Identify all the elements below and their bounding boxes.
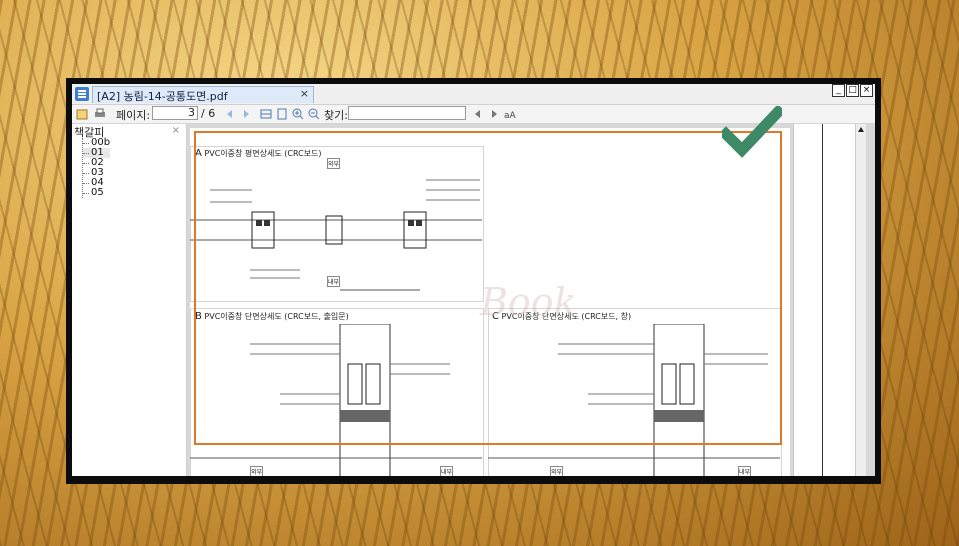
margin-line [822, 124, 823, 476]
title-bar: [A2] 농림-14-공통도면.pdf × _ □ × [72, 84, 875, 105]
zoom-out-icon[interactable] [308, 108, 320, 120]
find-prev-icon[interactable] [472, 108, 484, 120]
svg-text:aA: aA [504, 111, 516, 120]
page-margin-panel [793, 124, 866, 476]
tag-label: 외부 [550, 466, 564, 476]
highlight-rectangle [194, 131, 782, 445]
scroll-up-icon[interactable] [857, 126, 865, 134]
print-icon[interactable] [94, 108, 106, 120]
tag-label: 내부 [440, 466, 454, 476]
prev-page-icon[interactable] [224, 108, 236, 120]
fit-width-icon[interactable] [260, 108, 272, 120]
find-input[interactable] [348, 106, 466, 120]
fit-page-icon[interactable] [276, 108, 288, 120]
tab-title: [A2] 농림-14-공통도면.pdf [97, 90, 228, 103]
tab-close-icon[interactable]: × [300, 87, 309, 100]
document-tab[interactable]: [A2] 농림-14-공통도면.pdf × [92, 86, 314, 103]
bookmark-tree: 00b 01 02 03 04 05 [82, 138, 111, 198]
bookmarks-panel: 책갈피 × 00b 01 02 03 04 05 [72, 124, 187, 476]
window-controls: _ □ × [832, 84, 873, 97]
open-file-icon[interactable] [76, 108, 88, 120]
tag-label: 외부 [250, 466, 264, 476]
page-number-input[interactable]: 3 [152, 106, 198, 120]
minimize-button[interactable]: _ [832, 84, 845, 97]
menu-icon[interactable] [75, 87, 89, 101]
checkmark-icon [722, 106, 782, 158]
maximize-button[interactable]: □ [846, 84, 859, 97]
bookmarks-close-icon[interactable]: × [172, 125, 180, 136]
tag-label: 내부 [738, 466, 752, 476]
page-label: 페이지: [116, 109, 151, 122]
next-page-icon[interactable] [240, 108, 252, 120]
vertical-scrollbar[interactable] [855, 124, 866, 476]
find-label: 찾기: [324, 109, 348, 122]
zoom-in-icon[interactable] [292, 108, 304, 120]
bookmark-item[interactable]: 05 [83, 188, 110, 198]
page-total: / 6 [201, 107, 216, 120]
find-next-icon[interactable] [488, 108, 500, 120]
match-case-icon[interactable]: aA [504, 108, 516, 120]
close-button[interactable]: × [860, 84, 873, 97]
